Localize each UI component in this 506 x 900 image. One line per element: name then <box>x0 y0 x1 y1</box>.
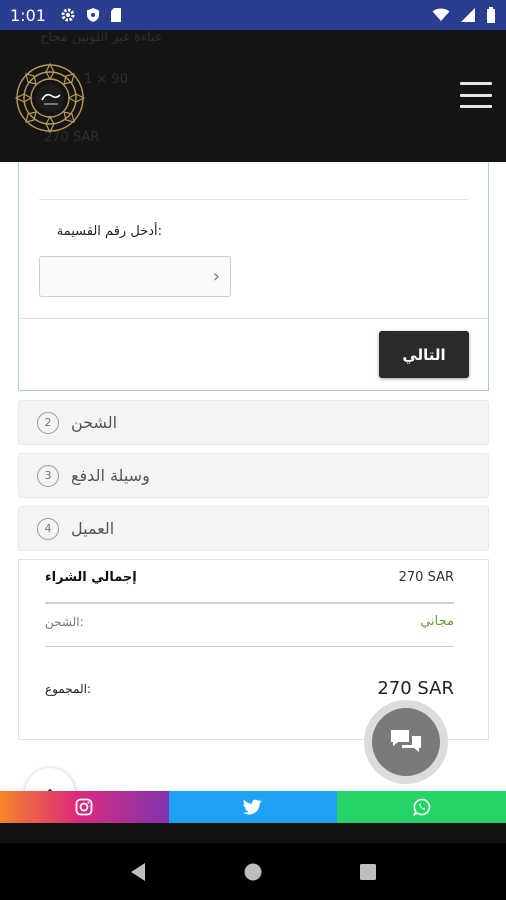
status-bar: 1:01 <box>0 0 506 30</box>
nav-recents-button[interactable] <box>353 857 383 887</box>
home-icon <box>244 863 262 880</box>
shipping-label: :الشحن <box>45 614 84 629</box>
signal-icon <box>461 8 475 22</box>
chat-icon <box>391 730 421 752</box>
step-label: العميل <box>71 519 115 538</box>
sd-card-icon <box>110 8 121 22</box>
next-button[interactable]: التالي <box>379 331 469 378</box>
shipping-value: مجاني <box>420 614 454 629</box>
social-bar <box>0 791 506 823</box>
divider <box>45 646 454 647</box>
purchase-total-value: 270 SAR <box>398 570 454 585</box>
coupon-label: :أدخل رقم القسيمة <box>56 224 162 239</box>
step-customer[interactable]: 4 العميل <box>18 506 489 551</box>
app-header: عباءة غير اللونين مجاح 1 × 90 270 SAR <box>0 30 506 162</box>
ghost-product-qty: 1 × 90 <box>84 72 128 87</box>
total-value: 270 SAR <box>377 678 454 699</box>
instagram-icon <box>75 798 93 816</box>
step-number-badge: 3 <box>37 464 59 487</box>
total-label: :المجموع <box>45 681 92 696</box>
step-label: الشحن <box>71 413 118 432</box>
recents-icon <box>360 863 377 880</box>
status-time: 1:01 <box>10 5 46 25</box>
twitter-button[interactable] <box>168 791 338 823</box>
settings-icon <box>61 8 75 22</box>
step-number-badge: 4 <box>37 517 59 540</box>
chat-button[interactable] <box>364 700 448 784</box>
chevron-right-icon: › <box>212 266 220 287</box>
step-payment-method[interactable]: 3 وسيلة الدفع <box>18 453 489 498</box>
step-label: وسيلة الدفع <box>71 466 150 485</box>
whatsapp-button[interactable] <box>337 791 506 823</box>
coupon-input[interactable]: › <box>39 256 231 297</box>
hamburger-menu-icon[interactable] <box>460 82 492 108</box>
whatsapp-icon <box>412 798 430 816</box>
nav-home-button[interactable] <box>238 857 268 887</box>
nav-back-button[interactable] <box>123 857 153 887</box>
purchase-total-row: إجمالي الشراء 270 SAR <box>45 570 454 585</box>
ghost-product-title: عباءة غير اللونين مجاح <box>40 30 163 45</box>
twitter-icon <box>243 799 262 815</box>
shipping-row: :الشحن مجاني <box>45 614 454 629</box>
shield-icon <box>86 8 99 22</box>
back-icon <box>130 862 145 881</box>
battery-icon <box>487 7 495 23</box>
divider <box>19 318 488 319</box>
brand-logo[interactable] <box>14 62 86 134</box>
instagram-button[interactable] <box>0 791 169 823</box>
total-row: :المجموع 270 SAR <box>45 678 454 699</box>
coupon-step-card: :أدخل رقم القسيمة › التالي <box>18 162 489 391</box>
divider <box>45 602 454 604</box>
footer-strip <box>0 823 506 843</box>
divider <box>39 199 468 200</box>
step-shipping[interactable]: 2 الشحن <box>18 400 489 445</box>
system-nav-bar <box>0 843 506 900</box>
step-number-badge: 2 <box>37 411 59 434</box>
purchase-total-label: إجمالي الشراء <box>45 570 137 585</box>
wifi-icon <box>432 8 450 21</box>
